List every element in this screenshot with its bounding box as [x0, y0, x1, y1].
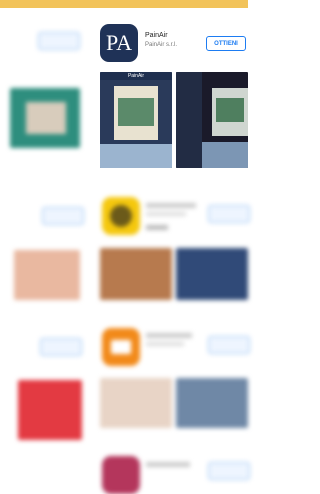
- blurred-screenshot: [14, 250, 80, 300]
- get-button-blurred[interactable]: [38, 32, 80, 50]
- screenshot-title: PainAir: [100, 72, 172, 80]
- app-name: PainAir: [145, 32, 168, 39]
- menu-panel: [176, 72, 202, 168]
- app-developer: PainAir s.r.l.: [145, 42, 178, 48]
- magazine-cover: [114, 86, 158, 140]
- app-icon[interactable]: PA: [100, 24, 138, 62]
- app-icon[interactable]: [102, 197, 140, 235]
- app-icon[interactable]: [102, 456, 140, 494]
- app-icon[interactable]: [102, 328, 140, 366]
- get-button-blurred[interactable]: [208, 462, 250, 480]
- app-screenshot-1[interactable]: PainAir: [100, 72, 172, 168]
- app-icon-text: PA: [105, 30, 133, 55]
- blurred-screenshot: [100, 378, 172, 428]
- get-button-blurred[interactable]: [208, 205, 250, 223]
- background-left-column: [0, 0, 90, 473]
- get-button-blurred[interactable]: [208, 336, 250, 354]
- blurred-screenshot: [176, 248, 248, 300]
- blurred-screenshot: [10, 88, 80, 148]
- blurred-screenshot: [18, 380, 82, 440]
- get-button-blurred[interactable]: [42, 207, 84, 225]
- magazine-cover: [212, 88, 248, 136]
- screenshot-gallery: [202, 142, 248, 168]
- get-button-blurred[interactable]: [40, 338, 82, 356]
- get-button[interactable]: OTTIENI: [206, 36, 246, 51]
- blurred-screenshot: [100, 248, 172, 300]
- blurred-screenshot: [176, 378, 248, 428]
- app-screenshot-2[interactable]: [176, 72, 248, 168]
- featured-app-row[interactable]: PA PainAir PainAir s.r.l. OTTIENI: [100, 24, 248, 64]
- screenshot-gallery: [100, 144, 172, 168]
